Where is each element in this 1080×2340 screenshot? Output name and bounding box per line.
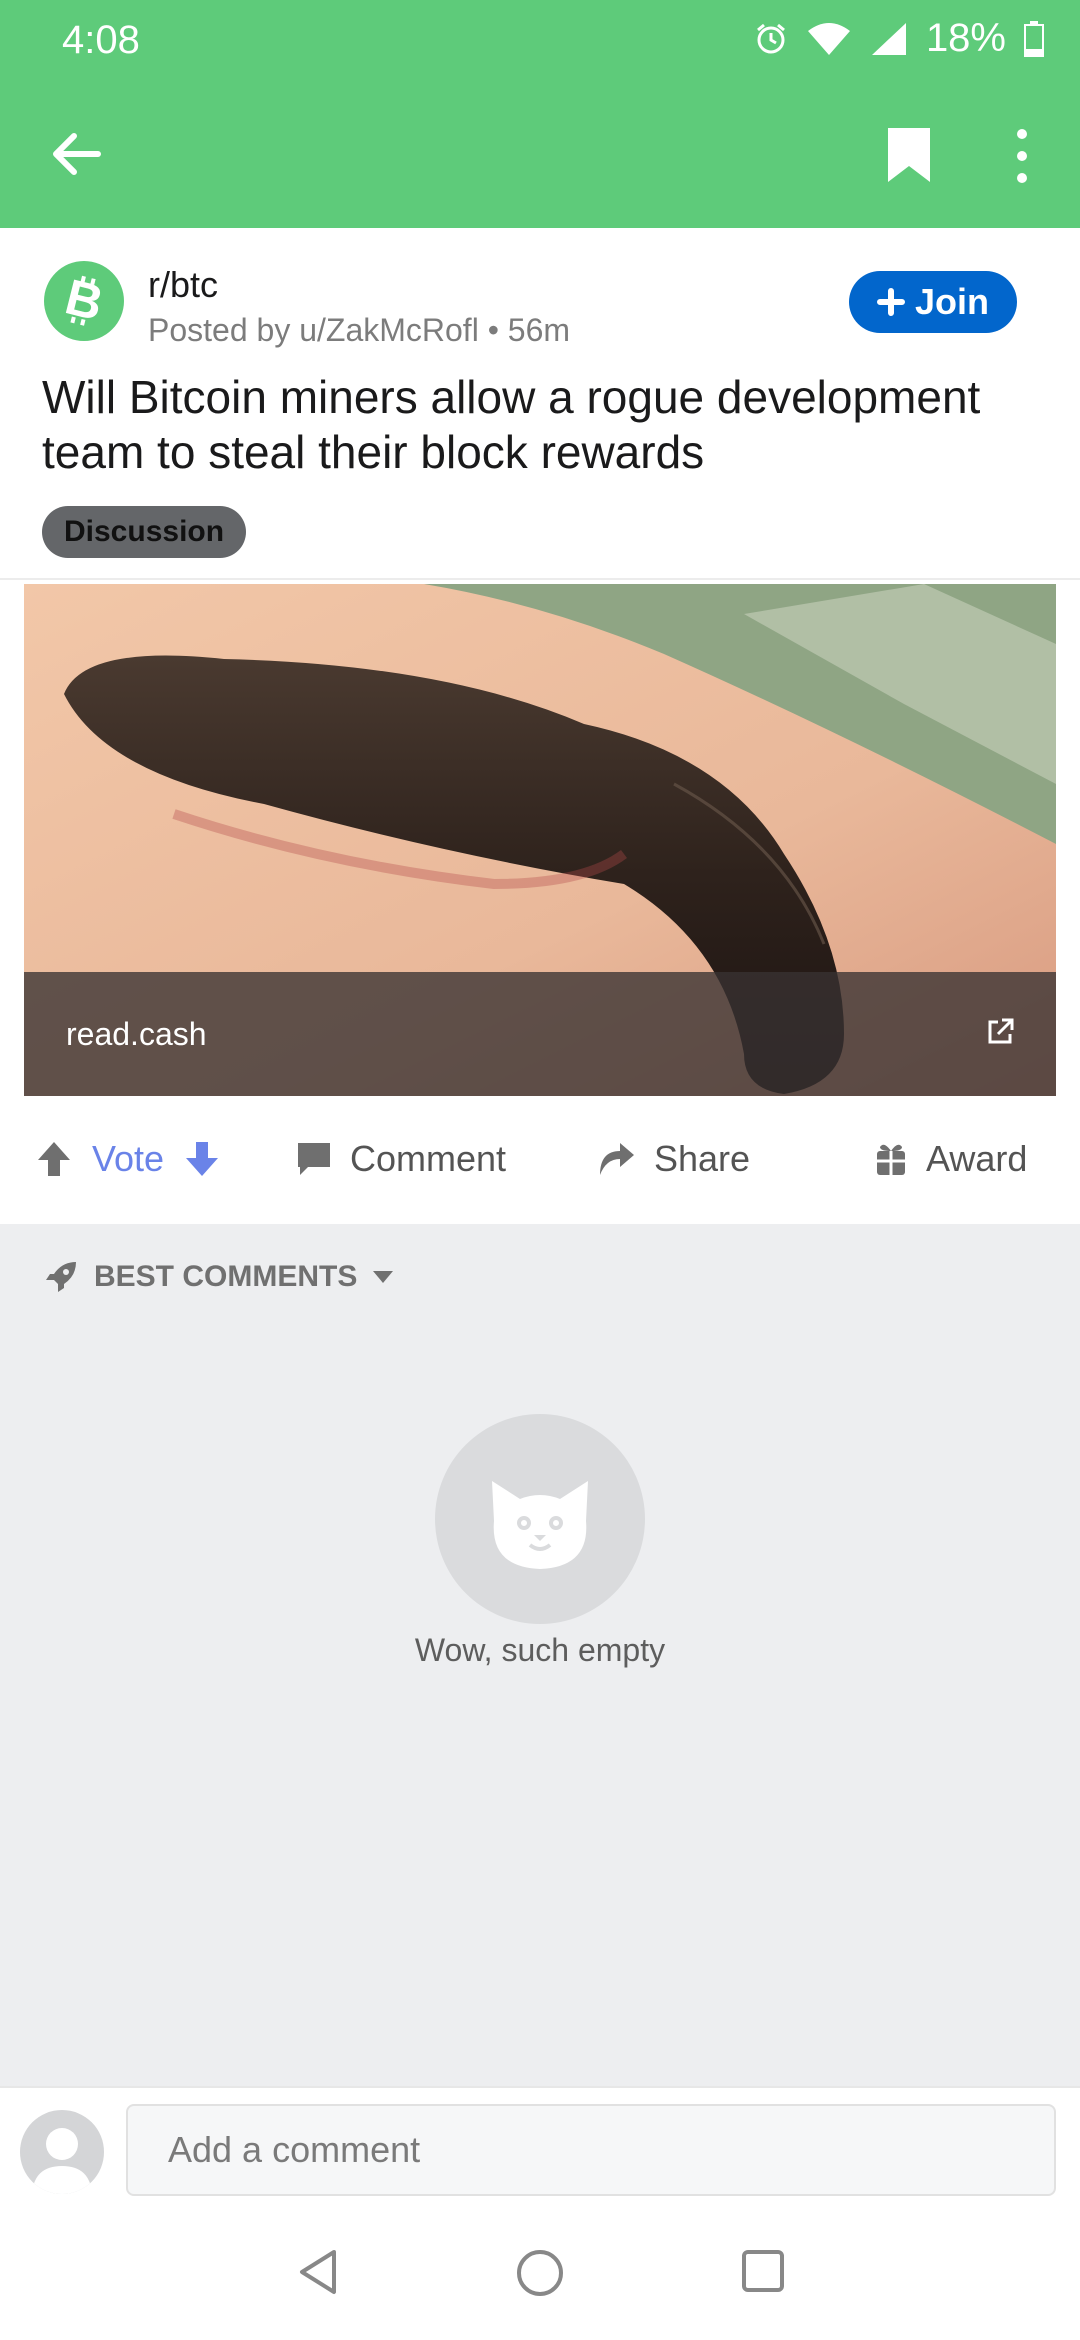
user-icon	[32, 2128, 92, 2194]
status-time: 4:08	[62, 18, 140, 62]
battery-percentage: 18%	[925, 16, 1006, 60]
join-button[interactable]: Join	[849, 271, 1017, 333]
downvote-icon[interactable]	[184, 1140, 220, 1178]
nav-home-icon[interactable]	[515, 2248, 565, 2298]
comment-button[interactable]: Comment	[296, 1138, 506, 1180]
comment-composer: Add a comment	[0, 2086, 1080, 2198]
upvote-icon[interactable]	[36, 1140, 72, 1178]
share-icon	[600, 1143, 634, 1175]
user-avatar[interactable]	[20, 2110, 104, 2194]
post-actions: Vote Comment Share Award	[0, 1100, 1080, 1224]
link-domain[interactable]: read.cash	[66, 1016, 207, 1053]
comment-icon	[298, 1143, 330, 1175]
link-overlay[interactable]: read.cash	[24, 972, 1056, 1096]
nav-back-icon[interactable]	[296, 2248, 340, 2296]
award-label: Award	[926, 1138, 1028, 1179]
link-preview[interactable]: read.cash	[0, 578, 1080, 1102]
status-icons: 18%	[754, 16, 1044, 61]
cat-face-icon	[492, 1481, 588, 1569]
share-label: Share	[654, 1138, 751, 1179]
system-nav-bar	[0, 2196, 1080, 2340]
app-bar	[0, 80, 1080, 228]
empty-state-text: Wow, such empty	[414, 1632, 666, 1668]
status-bar: 4:08 18%	[0, 0, 1080, 80]
chevron-down-icon	[373, 1271, 394, 1283]
sort-label: BEST COMMENTS	[94, 1260, 358, 1293]
signal-icon	[871, 22, 906, 55]
comment-sort-dropdown[interactable]: BEST COMMENTS	[42, 1258, 395, 1296]
back-arrow-icon[interactable]	[44, 122, 108, 186]
join-label: Join	[914, 281, 989, 322]
comment-label: Comment	[350, 1138, 507, 1179]
rocket-icon	[46, 1262, 76, 1292]
award-button[interactable]: Award	[874, 1138, 1027, 1180]
flair-badge[interactable]: Discussion	[42, 506, 247, 558]
comments-section: BEST COMMENTS Wow, such empty	[0, 1224, 1080, 2086]
external-link-icon[interactable]	[984, 1016, 1016, 1048]
subreddit-avatar[interactable]: B	[44, 261, 124, 341]
share-button[interactable]: Share	[596, 1138, 750, 1180]
alarm-icon	[756, 23, 785, 53]
link-thumbnail[interactable]: read.cash	[24, 584, 1056, 1096]
vote-label: Vote	[92, 1138, 165, 1179]
post-title: Will Bitcoin miners allow a rogue develo…	[42, 371, 981, 478]
plus-icon	[876, 288, 905, 316]
bitcoin-icon: B	[60, 268, 109, 331]
wifi-icon	[807, 22, 850, 55]
post-header: B r/btc Posted by u/ZakMcRofl • 56m Join…	[0, 228, 1080, 578]
vote-group: Vote	[36, 1138, 220, 1180]
post-meta[interactable]: Posted by u/ZakMcRofl • 56m	[148, 312, 570, 349]
subreddit-name[interactable]: r/btc	[148, 264, 218, 306]
more-vertical-icon[interactable]	[1006, 124, 1038, 188]
empty-state: Wow, such empty	[0, 1414, 1080, 1669]
gift-icon	[877, 1144, 905, 1175]
nav-recents-icon[interactable]	[740, 2248, 786, 2294]
empty-state-illustration	[435, 1414, 645, 1624]
battery-icon	[1024, 20, 1044, 57]
bookmark-icon[interactable]	[884, 126, 934, 184]
comment-input[interactable]: Add a comment	[126, 2104, 1056, 2196]
